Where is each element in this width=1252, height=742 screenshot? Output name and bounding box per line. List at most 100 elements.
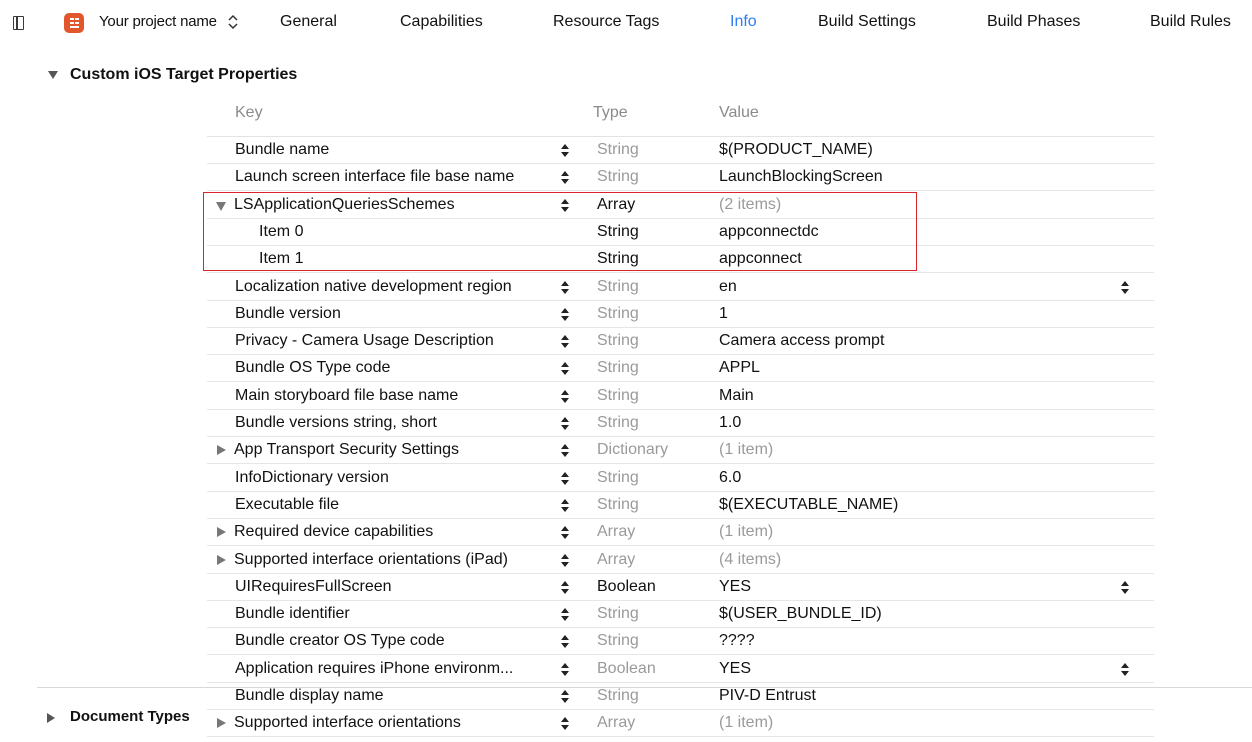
row-type[interactable]: String [597,387,639,405]
row-value[interactable]: PIV-D Entrust [719,687,816,705]
row-type[interactable]: Boolean [597,660,656,678]
row-key[interactable]: Bundle OS Type code [235,359,390,377]
row-key[interactable]: Bundle versions string, short [235,414,437,432]
row-type[interactable]: String [597,414,639,432]
row-key[interactable]: Main storyboard file base name [235,387,458,405]
tab-build-rules[interactable]: Build Rules [1150,13,1231,31]
row-value[interactable]: en [719,278,737,296]
row-type[interactable]: String [597,141,639,159]
table-row[interactable]: Bundle version String 1 [207,301,1154,328]
key-stepper-icon[interactable] [561,143,569,159]
key-stepper-icon[interactable] [561,280,569,296]
row-key[interactable]: Supported interface orientations [234,714,461,732]
key-stepper-icon[interactable] [561,361,569,377]
tab-build-settings[interactable]: Build Settings [818,13,916,31]
value-stepper-icon[interactable] [1121,280,1129,296]
table-row[interactable]: LSApplicationQueriesSchemes Array (2 items… [207,192,1154,219]
key-stepper-icon[interactable] [561,416,569,432]
table-row[interactable]: Privacy - Camera Usage Description String… [207,328,1154,356]
table-row[interactable]: Item 1 String appconnect [207,246,1154,274]
disclosure-right-icon[interactable] [217,445,226,456]
key-stepper-icon[interactable] [561,498,569,514]
row-key[interactable]: Bundle creator OS Type code [235,632,445,650]
row-key[interactable]: Bundle identifier [235,605,350,623]
table-row[interactable]: App Transport Security Settings Dictionar… [207,437,1154,465]
key-stepper-icon[interactable] [561,553,569,569]
disclosure-down-icon[interactable] [216,201,226,211]
key-stepper-icon[interactable] [561,525,569,541]
row-key[interactable]: Bundle display name [235,687,384,705]
table-row[interactable]: Localization native development region St… [207,274,1154,301]
row-key[interactable]: Application requires iPhone environm... [235,660,513,678]
row-type[interactable]: Boolean [597,578,656,596]
row-value[interactable]: (1 item) [719,714,773,732]
row-key[interactable]: Launch screen interface file base name [235,168,514,186]
table-row[interactable]: Item 0 String appconnectdc [207,219,1154,246]
row-value[interactable]: LaunchBlockingScreen [719,168,883,186]
row-value[interactable]: YES [719,660,751,678]
tab-build-phases[interactable]: Build Phases [987,13,1080,31]
value-stepper-icon[interactable] [1121,662,1129,678]
key-stepper-icon[interactable] [561,634,569,650]
row-key[interactable]: UIRequiresFullScreen [235,578,392,596]
row-key[interactable]: InfoDictionary version [235,469,389,487]
key-stepper-icon[interactable] [561,716,569,732]
key-stepper-icon[interactable] [561,607,569,623]
row-type[interactable]: String [597,305,639,323]
row-key[interactable]: Bundle version [235,305,341,323]
tab-resource-tags[interactable]: Resource Tags [553,13,659,31]
table-row[interactable]: Supported interface orientations Array (1 … [207,710,1154,738]
table-row[interactable]: Bundle versions string, short String 1.0 [207,410,1154,437]
document-types-title[interactable]: Document Types [70,708,190,725]
key-stepper-icon[interactable] [561,689,569,705]
row-value[interactable]: appconnectdc [719,223,819,241]
row-key[interactable]: Privacy - Camera Usage Description [235,332,494,350]
key-stepper-icon[interactable] [561,170,569,186]
column-header-key[interactable]: Key [235,104,263,122]
sidebar-toggle-icon[interactable] [13,16,24,30]
project-name-selector[interactable]: Your project name [99,13,217,30]
row-value[interactable]: $(PRODUCT_NAME) [719,141,873,159]
row-type[interactable]: String [597,332,639,350]
row-value[interactable]: APPL [719,359,760,377]
row-key[interactable]: LSApplicationQueriesSchemes [234,196,455,214]
row-type[interactable]: String [597,605,639,623]
table-row[interactable]: InfoDictionary version String 6.0 [207,465,1154,492]
row-type[interactable]: String [597,632,639,650]
row-key[interactable]: App Transport Security Settings [234,441,459,459]
row-value[interactable]: $(EXECUTABLE_NAME) [719,496,898,514]
table-row[interactable]: Application requires iPhone environm... B… [207,656,1154,683]
table-row[interactable]: Launch screen interface file base name St… [207,164,1154,192]
table-row[interactable]: Executable file String $(EXECUTABLE_NAME) [207,492,1154,519]
row-key[interactable]: Localization native development region [235,278,512,296]
row-type[interactable]: String [597,278,639,296]
row-value[interactable]: YES [719,578,751,596]
row-value[interactable]: ???? [719,632,755,650]
key-stepper-icon[interactable] [561,580,569,596]
section-collapse-icon[interactable] [48,71,58,79]
row-value[interactable]: 6.0 [719,469,741,487]
row-type[interactable]: String [597,687,639,705]
row-value[interactable]: $(USER_BUNDLE_ID) [719,605,882,623]
row-key[interactable]: Required device capabilities [234,523,433,541]
section-title[interactable]: Custom iOS Target Properties [70,66,297,84]
table-row[interactable]: Bundle identifier String $(USER_BUNDLE_ID) [207,601,1154,629]
row-value[interactable]: (2 items) [719,196,781,214]
row-value[interactable]: (1 item) [719,523,773,541]
disclosure-right-icon[interactable] [217,554,226,565]
table-row[interactable]: Required device capabilities Array (1 item… [207,519,1154,547]
key-stepper-icon[interactable] [561,307,569,323]
row-key[interactable]: Item 0 [259,223,303,241]
tab-general[interactable]: General [280,13,337,31]
key-stepper-icon[interactable] [561,198,569,214]
key-stepper-icon[interactable] [561,471,569,487]
row-key[interactable]: Item 1 [259,250,303,268]
row-type[interactable]: String [597,496,639,514]
row-type[interactable]: Dictionary [597,441,668,459]
row-type[interactable]: Array [597,714,635,732]
key-stepper-icon[interactable] [561,389,569,405]
table-row[interactable]: Bundle creator OS Type code String???? [207,628,1154,656]
row-type[interactable]: String [597,223,639,241]
document-types-expand-icon[interactable] [47,713,55,723]
key-stepper-icon[interactable] [561,443,569,459]
